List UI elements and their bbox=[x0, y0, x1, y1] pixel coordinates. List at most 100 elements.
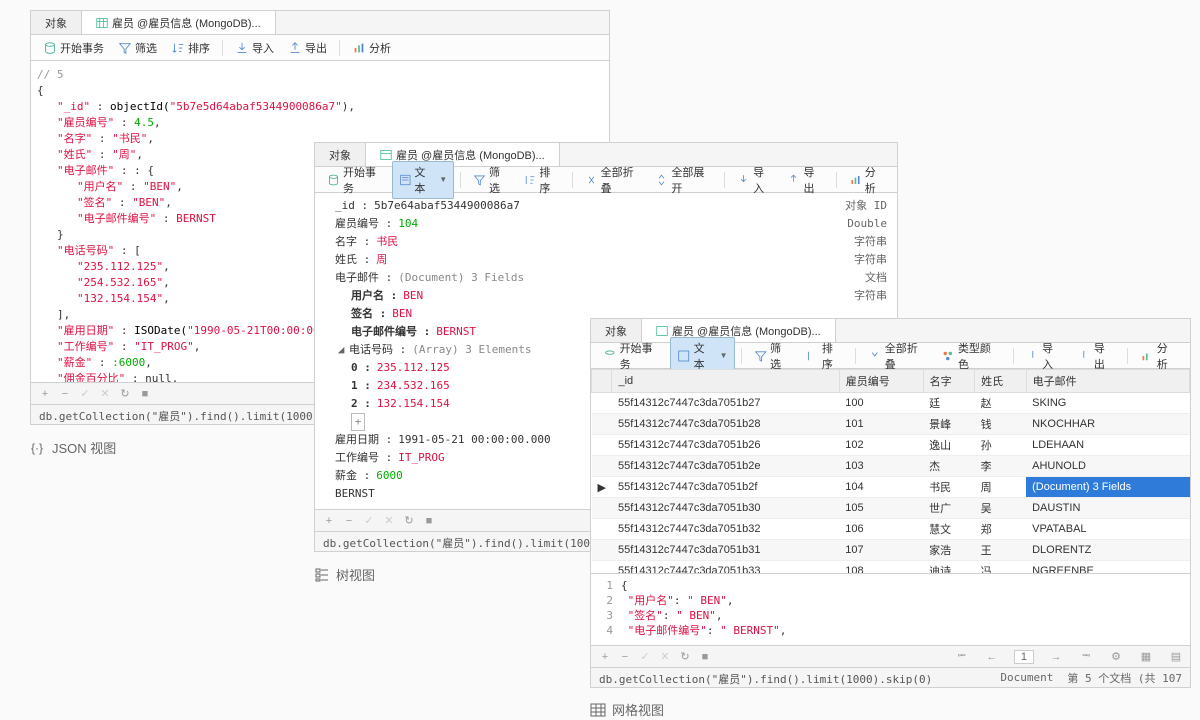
table-row[interactable]: 55f14312c7447c3da7051b32106慧文郑VPATABAL bbox=[592, 519, 1190, 540]
json-caption: {·} JSON 视图 bbox=[30, 438, 116, 457]
toolbar: 开始事务 文本▼ 筛选 排序 全部折叠 全部展开 导入 导出 分析 bbox=[315, 167, 897, 193]
tab-object[interactable]: 对象 bbox=[31, 11, 82, 34]
check-icon[interactable]: ✓ bbox=[637, 649, 653, 665]
filter-button[interactable]: 筛选 bbox=[112, 38, 163, 58]
refresh-icon[interactable]: ↻ bbox=[677, 649, 693, 665]
form-mode-icon[interactable]: ▤ bbox=[1168, 649, 1184, 665]
tree-view-icon bbox=[314, 567, 330, 583]
tab-bar: 对象 雇员 @雇员信息 (MongoDB)... bbox=[31, 11, 609, 35]
table-icon bbox=[656, 325, 668, 337]
check-icon[interactable]: ✓ bbox=[77, 386, 93, 402]
table-row[interactable]: 55f14312c7447c3da7051b30105世广吴DAUSTIN bbox=[592, 498, 1190, 519]
detail-editor[interactable]: 1{2 "用户名": " BEN",3 "签名": " BEN",4 "电子邮件… bbox=[591, 573, 1190, 645]
stop-icon[interactable]: ■ bbox=[137, 386, 153, 402]
grid-view-icon bbox=[590, 702, 606, 718]
chart-icon bbox=[849, 173, 862, 187]
stop-icon[interactable]: ■ bbox=[421, 513, 437, 529]
tree-caption: 树视图 bbox=[314, 565, 375, 584]
grid-view-window: 对象 雇员 @雇员信息 (MongoDB)... 开始事务 文本▼ 筛选 排序 … bbox=[590, 318, 1191, 688]
export-button[interactable]: 导出 bbox=[282, 38, 333, 58]
tab-data[interactable]: 雇员 @雇员信息 (MongoDB)... bbox=[82, 11, 276, 34]
data-grid[interactable]: _id雇员编号名字姓氏电子邮件 55f14312c7447c3da7051b27… bbox=[591, 369, 1190, 573]
table-row[interactable]: 55f14312c7447c3da7051b27100廷赵SKING bbox=[592, 393, 1190, 414]
tree-row[interactable]: 用户名 :BEN字符串 bbox=[315, 287, 897, 305]
toolbar: 开始事务 筛选 排序 导入 导出 分析 bbox=[31, 35, 609, 61]
remove-icon[interactable]: − bbox=[57, 386, 73, 402]
grid-mode-icon[interactable]: ▦ bbox=[1138, 649, 1154, 665]
table-icon bbox=[96, 17, 108, 29]
add-icon[interactable]: + bbox=[37, 386, 53, 402]
svg-text:{·}: {·} bbox=[31, 441, 43, 455]
analyze-button[interactable]: 分析 bbox=[346, 38, 397, 58]
begin-transaction-button[interactable]: 开始事务 bbox=[37, 38, 110, 58]
filter-icon bbox=[118, 41, 132, 55]
tree-row[interactable]: _id :5b7e64abaf5344900086a7对象 ID bbox=[315, 197, 897, 215]
collapse-icon bbox=[868, 349, 882, 363]
text-icon bbox=[399, 173, 412, 187]
stop-icon[interactable]: ■ bbox=[697, 649, 713, 665]
table-row[interactable]: 55f14312c7447c3da7051b33108迪诗冯NGREENBE bbox=[592, 561, 1190, 574]
chart-icon bbox=[1140, 349, 1154, 363]
filter-icon bbox=[473, 173, 486, 187]
add-element-button[interactable]: + bbox=[351, 413, 365, 431]
import-icon bbox=[737, 173, 750, 187]
first-page-icon[interactable]: ⭰ bbox=[954, 649, 970, 665]
chevron-down-icon: ▼ bbox=[720, 351, 728, 360]
tree-row[interactable]: 电子邮件 :(Document) 3 Fields文档 bbox=[315, 269, 897, 287]
column-header[interactable]: 雇员编号 bbox=[839, 370, 923, 393]
import-button[interactable]: 导入 bbox=[229, 38, 280, 58]
prev-page-icon[interactable]: ← bbox=[984, 649, 1000, 665]
tree-row[interactable]: 雇员编号 :104Double bbox=[315, 215, 897, 233]
export-icon bbox=[1077, 349, 1091, 363]
refresh-icon[interactable]: ↻ bbox=[117, 386, 133, 402]
check-icon[interactable]: ✓ bbox=[361, 513, 377, 529]
table-row[interactable]: 55f14312c7447c3da7051b26102逸山孙LDEHAAN bbox=[592, 435, 1190, 456]
palette-icon bbox=[941, 349, 955, 363]
settings-icon[interactable]: ⚙ bbox=[1108, 649, 1124, 665]
chevron-down-icon: ▼ bbox=[439, 175, 447, 184]
table-row[interactable]: 55f14312c7447c3da7051b28101景峰钱NKOCHHAR bbox=[592, 414, 1190, 435]
text-icon bbox=[677, 349, 690, 363]
column-header[interactable]: 姓氏 bbox=[975, 370, 1026, 393]
column-header[interactable]: 电子邮件 bbox=[1026, 370, 1189, 393]
close-icon[interactable]: ✕ bbox=[97, 386, 113, 402]
sort-button[interactable]: 排序 bbox=[165, 38, 216, 58]
next-page-icon[interactable]: → bbox=[1048, 649, 1064, 665]
import-icon bbox=[1026, 349, 1040, 363]
remove-icon[interactable]: − bbox=[341, 513, 357, 529]
sort-icon bbox=[523, 173, 536, 187]
grid-content[interactable]: _id雇员编号名字姓氏电子邮件 55f14312c7447c3da7051b27… bbox=[591, 369, 1190, 573]
db-icon bbox=[43, 41, 57, 55]
grid-caption: 网格视图 bbox=[590, 700, 664, 719]
page-input[interactable]: 1 bbox=[1014, 650, 1034, 664]
column-header[interactable]: 名字 bbox=[923, 370, 974, 393]
remove-icon[interactable]: − bbox=[617, 649, 633, 665]
export-icon bbox=[288, 41, 302, 55]
collapse-icon bbox=[585, 173, 598, 187]
expand-toggle-icon[interactable]: ◢ bbox=[335, 342, 347, 358]
table-row[interactable]: 55f14312c7447c3da7051b2e103杰李AHUNOLD bbox=[592, 456, 1190, 477]
status-position: 第 5 个文档 (共 107 bbox=[1067, 670, 1182, 686]
table-row[interactable]: ▶55f14312c7447c3da7051b2f104书民周(Document… bbox=[592, 477, 1190, 498]
db-icon bbox=[603, 349, 617, 363]
close-icon[interactable]: ✕ bbox=[657, 649, 673, 665]
filter-icon bbox=[754, 349, 768, 363]
table-icon bbox=[380, 149, 392, 161]
sort-icon bbox=[171, 41, 185, 55]
db-icon bbox=[327, 173, 340, 187]
close-icon[interactable]: ✕ bbox=[381, 513, 397, 529]
toolbar: 开始事务 文本▼ 筛选 排序 全部折叠 类型颜色 导入 导出 分析 bbox=[591, 343, 1190, 369]
status-type: Document bbox=[1000, 671, 1053, 684]
export-icon bbox=[787, 173, 800, 187]
tree-row[interactable]: 姓氏 :周字符串 bbox=[315, 251, 897, 269]
sort-icon bbox=[805, 349, 819, 363]
json-view-icon: {·} bbox=[30, 440, 46, 456]
add-icon[interactable]: + bbox=[597, 649, 613, 665]
last-page-icon[interactable]: ⭲ bbox=[1078, 649, 1094, 665]
tree-row[interactable]: 名字 :书民字符串 bbox=[315, 233, 897, 251]
column-header[interactable]: _id bbox=[612, 370, 839, 393]
add-icon[interactable]: + bbox=[321, 513, 337, 529]
refresh-icon[interactable]: ↻ bbox=[401, 513, 417, 529]
chart-icon bbox=[352, 41, 366, 55]
table-row[interactable]: 55f14312c7447c3da7051b31107家浩王DLORENTZ bbox=[592, 540, 1190, 561]
